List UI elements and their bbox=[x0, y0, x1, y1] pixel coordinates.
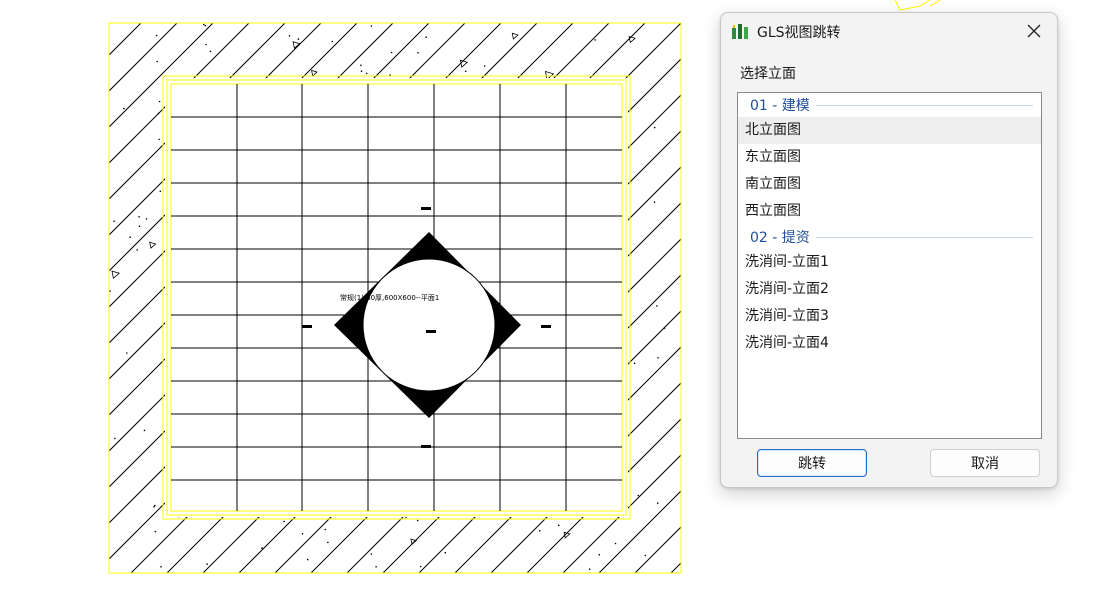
group-divider bbox=[815, 104, 1033, 106]
list-item-east-elevation[interactable]: 东立面图 bbox=[738, 144, 1041, 171]
list-item-washroom-elevation-1[interactable]: 洗消间-立面1 bbox=[738, 249, 1041, 276]
gls-app-icon bbox=[732, 24, 748, 39]
list-item-south-elevation[interactable]: 南立面图 bbox=[738, 171, 1041, 198]
jump-button[interactable]: 跳转 bbox=[757, 449, 867, 477]
elevation-listbox[interactable]: 01 - 建模 北立面图 东立面图 南立面图 西立面图 02 - 提资 洗消间-… bbox=[737, 92, 1042, 439]
cancel-button[interactable]: 取消 bbox=[930, 449, 1040, 477]
edge-fragment bbox=[894, 0, 941, 11]
drawing-annotation: 常规(1),S0厚,600X600--平面1 bbox=[340, 293, 439, 302]
close-icon bbox=[1027, 24, 1041, 38]
list-item-washroom-elevation-4[interactable]: 洗消间-立面4 bbox=[738, 330, 1041, 357]
view-jump-dialog: GLS视图跳转 选择立面 01 - 建模 北立面图 东立面图 南立面图 西立面图… bbox=[720, 12, 1058, 488]
list-item-north-elevation[interactable]: 北立面图 bbox=[738, 117, 1041, 144]
select-elevation-label: 选择立面 bbox=[740, 66, 796, 82]
dialog-titlebar[interactable]: GLS视图跳转 bbox=[721, 13, 1057, 49]
dialog-title: GLS视图跳转 bbox=[757, 25, 841, 41]
list-item-washroom-elevation-2[interactable]: 洗消间-立面2 bbox=[738, 276, 1041, 303]
screen: 常规(1),S0厚,600X600--平面1 GLS视图跳转 选择立面 01 -… bbox=[0, 0, 1108, 613]
group-header-submission: 02 - 提资 bbox=[738, 225, 1041, 249]
group-header-modeling: 01 - 建模 bbox=[738, 93, 1041, 117]
list-item-washroom-elevation-3[interactable]: 洗消间-立面3 bbox=[738, 303, 1041, 330]
list-item-west-elevation[interactable]: 西立面图 bbox=[738, 198, 1041, 225]
group-divider bbox=[815, 236, 1033, 238]
group-header-label: 02 - 提资 bbox=[750, 230, 810, 246]
group-header-label: 01 - 建模 bbox=[750, 98, 810, 114]
close-button[interactable] bbox=[1019, 17, 1049, 45]
